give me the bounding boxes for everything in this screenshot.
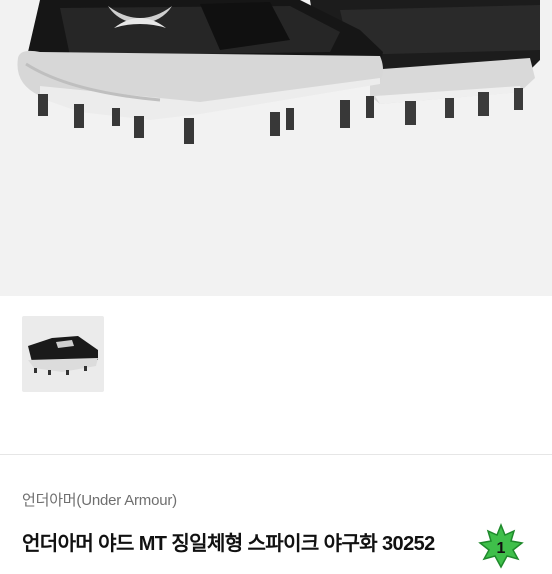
section-divider (0, 454, 552, 455)
thumbnail-item[interactable] (22, 316, 104, 392)
thumbnail-strip (0, 296, 552, 454)
badge-number: 1 (497, 540, 506, 557)
leaf-icon: 1 (478, 522, 524, 569)
brand-name[interactable]: 언더아머(Under Armour) (22, 489, 177, 510)
maple-leaf-badge-icon: 1 (478, 522, 524, 569)
cleat-shoe-icon (17, 0, 540, 144)
cleat-shoe-thumbnail-icon (28, 336, 98, 375)
product-main-image[interactable] (0, 0, 552, 296)
